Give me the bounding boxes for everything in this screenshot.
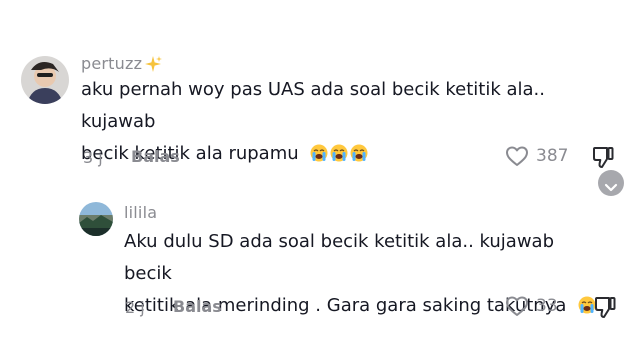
like-button[interactable]: 33 [505,295,558,317]
loudly-crying-face-icon [310,141,328,162]
like-count: 33 [536,296,558,316]
comment-line: Aku dulu SD ada soal becik ketitik ala..… [124,231,555,284]
avatar[interactable] [79,202,113,236]
avatar[interactable] [21,56,69,104]
heart-icon [505,145,529,167]
heart-icon [505,295,529,317]
loudly-crying-face-icon [350,141,368,162]
chevron-down-icon [604,178,618,192]
like-count: 387 [536,146,569,166]
dislike-icon[interactable] [592,146,614,170]
sparkles-icon [144,55,163,73]
reply-button[interactable]: Balas [173,297,222,316]
like-button[interactable]: 387 [505,145,568,167]
reply-button[interactable]: Balas [131,147,180,166]
expand-replies-button[interactable] [598,170,624,196]
loudly-crying-face-icon [330,141,348,162]
username[interactable]: lilila [124,203,157,222]
comment-line: aku pernah woy pas UAS ada soal becik ke… [81,79,546,132]
comment-time: 2 j [125,298,145,317]
username[interactable]: pertuzz [81,54,142,73]
comment-time: 3 j [83,148,103,167]
dislike-icon[interactable] [594,296,616,320]
